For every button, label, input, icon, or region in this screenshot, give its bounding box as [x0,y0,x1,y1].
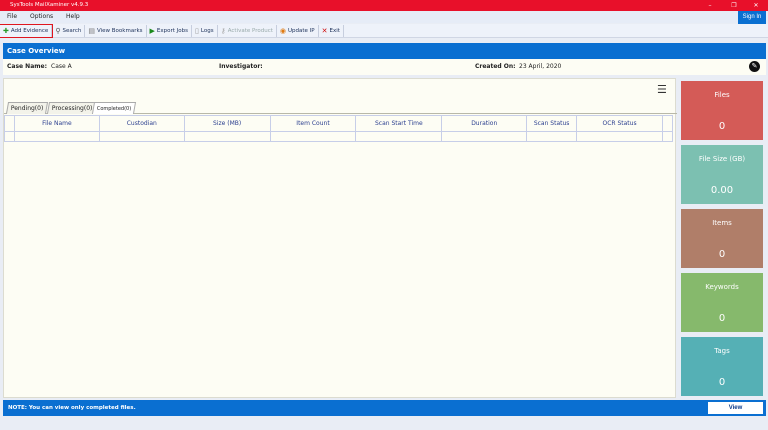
stat-label: File Size (GB) [698,155,746,163]
export-jobs-button[interactable]: ▶ Export Jobs [147,24,193,37]
tab-pending[interactable]: Pending(0) [5,102,49,114]
search-button[interactable]: ⚲ Search [52,24,86,37]
stat-label: Keywords [705,283,739,291]
stat-value: 0.00 [710,185,734,196]
column-header-item-count[interactable]: Item Count [269,115,357,132]
case-name-value: Case A [51,63,72,70]
view-bookmarks-label: View Bookmarks [96,27,143,34]
stat-card-file-size-gb: File Size (GB) 0.00 [681,145,763,204]
status-tabs: Pending(0) Processing(0) Completed(0) [4,101,677,114]
maximize-button[interactable]: ❐ [724,0,744,11]
search-label: Search [62,27,82,34]
created-on-label: Created On: [475,63,516,70]
activate-icon: ⚷ [220,26,226,35]
stat-card-keywords: Keywords 0 [681,273,763,332]
stat-label: Files [714,91,730,99]
tab-completed[interactable]: Completed(0) [91,102,137,114]
column-header-ocr-status[interactable]: OCR Status [576,115,663,132]
window-title: SysTools MailXaminer v4.9.3 [10,2,89,8]
investigator-label: Investigator: [219,63,263,70]
column-header-file-name[interactable]: File Name [13,115,100,132]
exit-button[interactable]: ✕ Exit [319,24,344,37]
exit-icon: ✕ [321,26,328,35]
add-evidence-icon: ✚ [3,26,9,35]
row-selector-header [4,115,15,132]
edit-case-icon[interactable]: ✎ [749,61,760,72]
column-header-scan-status[interactable]: Scan Status [526,115,578,132]
stat-value: 0 [718,377,726,388]
bookmarks-icon: ▤ [88,26,95,35]
toolbar: ✚ Add Evidence ⚲ Search ▤ View Bookmarks ▶ Expo… [0,23,768,38]
exit-label: Exit [329,27,340,34]
list-view-icon[interactable]: ☰ [657,83,667,96]
created-on-value: 23 April, 2020 [519,63,562,70]
menu-bar: File Options Help [0,11,768,23]
tab-processing[interactable]: Processing(0) [46,102,98,114]
tab-pending-label: Pending(0) [10,105,44,112]
export-jobs-label: Export Jobs [156,27,189,34]
column-header-scan-start-time[interactable]: Scan Start Time [355,115,443,132]
table-header-row: File Name Custodian Size (MB) Item Count Sca… [4,115,674,132]
stat-card-files: Files 0 [681,81,763,140]
activate-product-button[interactable]: ⚷ Activate Product [218,24,277,37]
activate-product-label: Activate Product [227,27,273,34]
case-name-label: Case Name: [7,63,47,70]
case-overview-header: Case Overview [3,43,766,59]
logs-button[interactable]: ▯ Logs [192,24,218,37]
menu-help[interactable]: Help [66,13,80,20]
search-icon: ⚲ [55,26,61,35]
menu-options[interactable]: Options [30,13,53,20]
tab-completed-label: Completed(0) [96,106,132,112]
logs-icon: ▯ [195,26,199,35]
update-ip-icon: ◉ [279,26,286,35]
update-ip-button[interactable]: ◉ Update IP [277,24,319,37]
evidence-table: File Name Custodian Size (MB) Item Count Sca… [4,115,674,142]
column-header-size-mb[interactable]: Size (MB) [183,115,271,132]
scroll-header [661,115,674,132]
sign-in-button[interactable]: Sign In [738,11,766,24]
stat-value: 0 [718,121,726,132]
view-bookmarks-button[interactable]: ▤ View Bookmarks [85,24,147,37]
column-header-duration[interactable]: Duration [441,115,528,132]
add-evidence-button[interactable]: ✚ Add Evidence [0,23,54,38]
close-button[interactable]: ✕ [746,0,766,11]
case-info-row: Case Name: Case A Investigator: Created … [3,59,766,75]
stat-value: 0 [718,313,726,324]
logs-label: Logs [200,27,214,34]
view-button[interactable]: View [708,402,763,414]
stat-label: Tags [714,347,730,355]
stat-label: Items [712,219,732,227]
add-evidence-label: Add Evidence [10,27,49,34]
minimize-button[interactable]: – [700,0,720,11]
stat-card-tags: Tags 0 [681,337,763,396]
stat-value: 0 [718,249,726,260]
footer-note: NOTE: You can view only completed files. [8,405,136,411]
export-icon: ▶ [149,26,155,35]
title-bar: SysTools MailXaminer v4.9.3 – ❐ ✕ [0,0,768,11]
footer-bar: NOTE: You can view only completed files.… [3,400,766,416]
stat-card-items: Items 0 [681,209,763,268]
tab-processing-label: Processing(0) [51,105,93,112]
evidence-panel: ☰ Pending(0) Processing(0) Completed(0) … [3,78,677,398]
table-row[interactable] [4,131,674,142]
column-header-custodian[interactable]: Custodian [98,115,185,132]
update-ip-label: Update IP [288,27,315,34]
menu-file[interactable]: File [7,13,17,20]
